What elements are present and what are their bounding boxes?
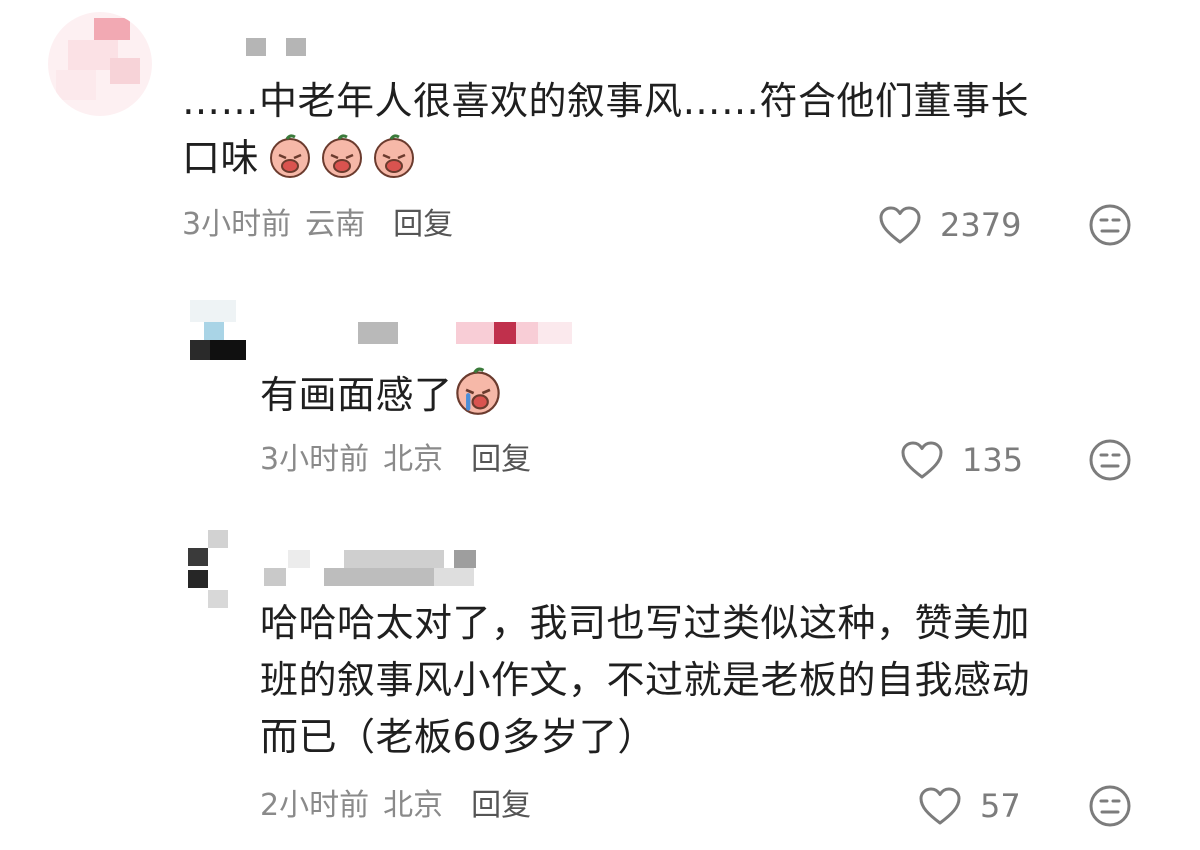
reply-button[interactable]: 回复: [471, 442, 531, 477]
neutral-face-icon[interactable]: [1088, 438, 1132, 482]
comment-text: 有画面感了: [260, 366, 509, 424]
comment-line: 而已（老板60多岁了）: [260, 715, 656, 759]
heart-outline-icon: [901, 441, 943, 479]
like-count: 57: [980, 787, 1021, 825]
comment-line: ……中老年人很喜欢的叙事风……符合他们董事长: [182, 79, 1030, 123]
comment-time: 2小时前: [260, 788, 370, 823]
neutral-face-icon[interactable]: [1088, 203, 1132, 247]
comment-time: 3小时前: [182, 207, 292, 242]
comment-meta: 2小时前 北京 回复: [260, 786, 531, 826]
like-button[interactable]: 57: [918, 786, 1021, 826]
crying-face-emoji-icon: [455, 367, 500, 415]
crying-face-emoji-icon: [374, 134, 415, 178]
avatar[interactable]: [178, 300, 248, 362]
comment-location: 北京: [383, 788, 444, 823]
comment-location: 北京: [383, 442, 444, 477]
heart-outline-icon: [879, 206, 921, 244]
avatar[interactable]: [186, 530, 230, 610]
avatar[interactable]: [48, 12, 152, 116]
comment-line-text: 有画面感了: [260, 373, 453, 417]
like-count: 135: [962, 441, 1024, 479]
comment-meta: 3小时前 云南 回复: [182, 205, 453, 245]
like-count: 2379: [940, 206, 1022, 244]
comment-time: 3小时前: [260, 442, 370, 477]
like-button[interactable]: 2379: [878, 205, 1021, 245]
username[interactable]: [358, 322, 572, 344]
like-button[interactable]: 135: [900, 440, 1023, 480]
username[interactable]: [246, 38, 306, 56]
crying-face-emoji-icon: [270, 134, 311, 178]
reply-button[interactable]: 回复: [393, 207, 453, 242]
reply-button[interactable]: 回复: [471, 788, 531, 823]
comment-text: 哈哈哈太对了，我司也写过类似这种，赞美加 班的叙事风小作文，不过就是老板的自我感…: [260, 595, 1180, 766]
crying-face-emoji-icon: [322, 134, 363, 178]
comment-line-text: 口味: [182, 136, 260, 180]
comment-location: 云南: [305, 207, 366, 242]
username[interactable]: [264, 550, 504, 586]
comment-text: ……中老年人很喜欢的叙事风……符合他们董事长 口味: [182, 73, 1172, 187]
comment-line: 哈哈哈太对了，我司也写过类似这种，赞美加: [260, 601, 1031, 645]
neutral-face-icon[interactable]: [1088, 784, 1132, 828]
comment-line: 口味: [182, 130, 1172, 187]
comment-line: 班的叙事风小作文，不过就是老板的自我感动: [260, 658, 1031, 702]
heart-outline-icon: [919, 787, 961, 825]
comment-meta: 3小时前 北京 回复: [260, 440, 531, 480]
